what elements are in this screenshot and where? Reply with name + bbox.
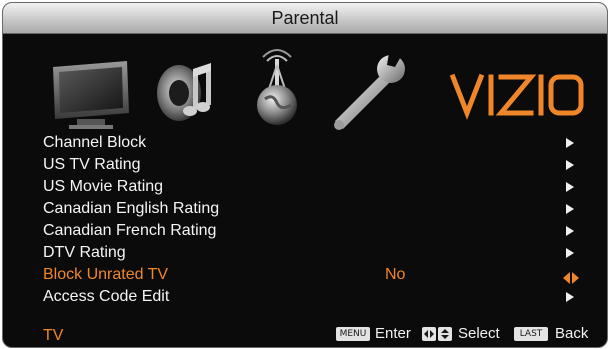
menu-icon-row <box>3 45 607 135</box>
vizio-logo <box>447 67 587 123</box>
menu-item-canadian-french-rating[interactable]: Canadian French Rating <box>3 220 607 242</box>
arrow-right-icon <box>566 248 574 258</box>
arrow-right-icon <box>566 138 574 148</box>
menu-item-us-movie-rating[interactable]: US Movie Rating <box>3 176 607 198</box>
select-hint: Select <box>458 325 500 342</box>
menu-item-dtv-rating[interactable]: DTV Rating <box>3 242 607 264</box>
network-globe-icon[interactable] <box>247 45 307 135</box>
menu-item-label: US Movie Rating <box>43 178 164 195</box>
left-right-arrows-icon[interactable] <box>563 269 579 284</box>
menu-item-label: Block Unrated TV <box>43 266 169 283</box>
arrow-right-icon <box>566 182 574 192</box>
wrench-settings-icon[interactable] <box>325 45 415 135</box>
footer-bar: TV MENU Enter Select LAST Back <box>3 323 607 345</box>
last-key-icon: LAST <box>514 327 548 341</box>
menu-item-label: Access Code Edit <box>43 288 170 305</box>
menu-item-label: DTV Rating <box>43 244 126 261</box>
enter-hint: Enter <box>375 325 411 342</box>
menu-title: Parental <box>3 3 607 34</box>
menu-item-block-unrated-tv[interactable]: Block Unrated TV No <box>3 264 607 286</box>
menu-item-canadian-english-rating[interactable]: Canadian English Rating <box>3 198 607 220</box>
arrow-right-icon <box>566 160 574 170</box>
menu-item-channel-block[interactable]: Channel Block <box>3 132 607 154</box>
arrow-right-icon <box>566 204 574 214</box>
input-source-label: TV <box>43 327 64 344</box>
menu-item-label: US TV Rating <box>43 156 141 173</box>
menu-item-us-tv-rating[interactable]: US TV Rating <box>3 154 607 176</box>
osd-window: Parental Channel Block US TV Rating US M… <box>2 2 608 348</box>
back-hint: Back <box>555 325 589 342</box>
menu-item-label: Channel Block <box>43 134 147 151</box>
up-down-key-icon <box>438 327 452 341</box>
tv-icon[interactable] <box>47 45 135 135</box>
audio-speaker-icon[interactable] <box>151 45 221 135</box>
menu-item-access-code-edit[interactable]: Access Code Edit <box>3 286 607 308</box>
left-right-key-icon <box>422 327 436 341</box>
menu-key-icon: MENU <box>336 327 370 341</box>
arrow-right-icon <box>566 226 574 236</box>
arrow-right-icon <box>566 292 574 302</box>
menu-item-label: Canadian French Rating <box>43 222 217 239</box>
block-unrated-tv-value[interactable]: No <box>385 264 405 286</box>
menu-item-label: Canadian English Rating <box>43 200 220 217</box>
